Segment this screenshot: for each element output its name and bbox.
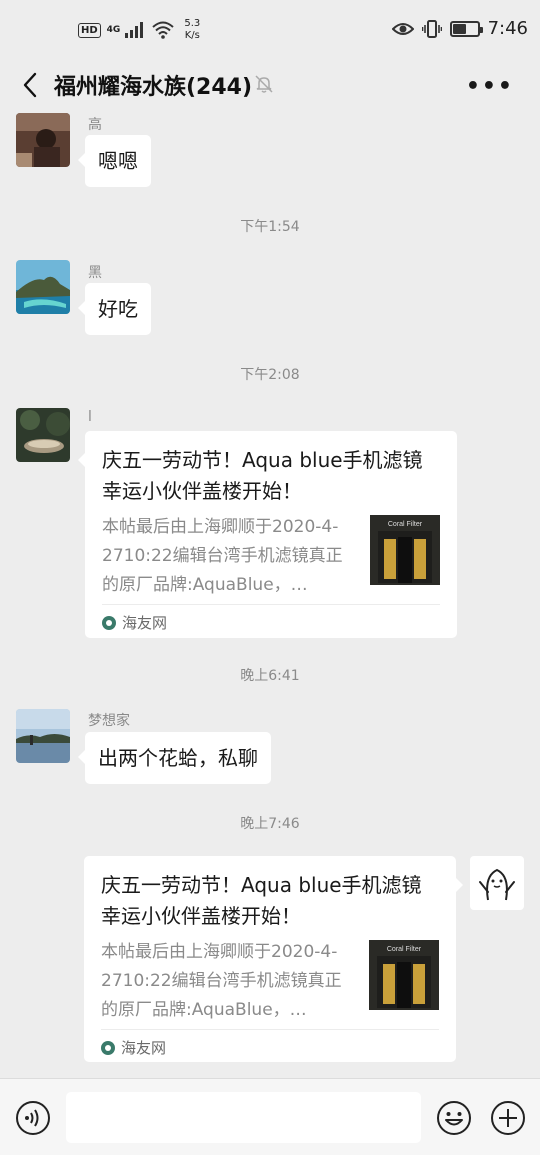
- avatar-image: [16, 709, 70, 763]
- source-logo-icon: [101, 1040, 115, 1055]
- battery-icon: [449, 20, 483, 37]
- avatar-image: [16, 408, 70, 462]
- vibrate-icon: [421, 19, 442, 38]
- message-bubble[interactable]: 好吃: [78, 283, 151, 335]
- voice-icon[interactable]: [15, 1100, 51, 1136]
- card-title: 庆五一劳动节！Aqua blue手机滤镜幸运小伙伴盖楼开始！: [101, 873, 422, 928]
- avatar[interactable]: [16, 260, 70, 314]
- sender-name: 梦想家: [88, 713, 130, 729]
- chat-area[interactable]: 高 嗯嗯 下午1:54 黑 好吃 下午2:08 l 庆五一劳动节！Aqua bl…: [0, 110, 540, 1078]
- wifi-icon: [152, 21, 174, 39]
- signal-icon: [125, 22, 144, 38]
- battery-level: [452, 23, 466, 34]
- status-right: 7:46: [391, 18, 528, 39]
- card-description: 本帖最后由上海卿顺于2020-4-2710:22编辑台湾手机滤镜真正的原厂品牌:…: [101, 942, 342, 1020]
- card-thumbnail: Coral Filter: [370, 515, 440, 585]
- speed-value: 5.3: [184, 18, 201, 29]
- message-bubble[interactable]: 出两个花蛤，私聊: [78, 732, 271, 784]
- self-avatar[interactable]: [470, 856, 524, 910]
- card-source: 海友网: [101, 1037, 166, 1058]
- avatar[interactable]: [16, 408, 70, 462]
- card-thumbnail: Coral Filter: [369, 940, 439, 1010]
- message-bubble[interactable]: 嗯嗯: [78, 135, 151, 187]
- emoji-icon[interactable]: [436, 1100, 472, 1136]
- hd-badge: HD: [78, 22, 101, 38]
- thumbnail-label: Coral Filter: [387, 521, 423, 528]
- mute-icon: [255, 75, 273, 93]
- input-bar: [0, 1078, 540, 1155]
- avatar-image: [16, 113, 70, 167]
- timestamp: 晚上7:46: [240, 816, 300, 832]
- nav-bar: 福州耀海水族(244) •••: [0, 60, 540, 110]
- avatar[interactable]: [16, 709, 70, 763]
- sender-name: l: [88, 409, 92, 425]
- avatar[interactable]: [16, 113, 70, 167]
- more-options-icon[interactable]: •••: [466, 74, 514, 99]
- sender-name: 黑: [88, 265, 102, 281]
- source-name: 海友网: [122, 614, 168, 632]
- card-source: 海友网: [102, 612, 167, 633]
- status-time: 7:46: [487, 18, 528, 39]
- status-left: HD 4G 5.3 K/s: [78, 18, 200, 42]
- plus-icon[interactable]: [490, 1100, 526, 1136]
- source-logo-icon: [102, 615, 116, 630]
- network-type: 4G: [106, 25, 121, 35]
- timestamp: 下午2:08: [240, 367, 300, 383]
- timestamp: 下午1:54: [240, 219, 300, 235]
- avatar-image: [16, 260, 70, 314]
- thumbnail-label: Coral Filter: [386, 946, 422, 953]
- card-title: 庆五一劳动节！Aqua blue手机滤镜幸运小伙伴盖楼开始！: [102, 448, 423, 503]
- source-name: 海友网: [121, 1039, 167, 1057]
- back-icon[interactable]: [20, 72, 44, 98]
- message-input[interactable]: [66, 1092, 421, 1143]
- speed-unit: K/s: [184, 30, 200, 41]
- network-speed: 5.3 K/s: [184, 18, 200, 42]
- card-divider: [102, 604, 440, 605]
- eye-icon: [391, 22, 414, 35]
- sender-name: 高: [88, 117, 102, 133]
- status-bar: HD 4G 5.3 K/s 7:46: [0, 0, 540, 60]
- link-card[interactable]: 庆五一劳动节！Aqua blue手机滤镜幸运小伙伴盖楼开始！ 本帖最后由上海卿顺…: [84, 856, 463, 1062]
- card-divider: [101, 1029, 439, 1030]
- timestamp: 晚上6:41: [240, 668, 300, 684]
- chat-title: 福州耀海水族(244): [54, 75, 253, 100]
- avatar-image: [479, 868, 515, 901]
- link-card[interactable]: 庆五一劳动节！Aqua blue手机滤镜幸运小伙伴盖楼开始！ 本帖最后由上海卿顺…: [78, 431, 457, 638]
- card-description: 本帖最后由上海卿顺于2020-4-2710:22编辑台湾手机滤镜真正的原厂品牌:…: [102, 517, 343, 595]
